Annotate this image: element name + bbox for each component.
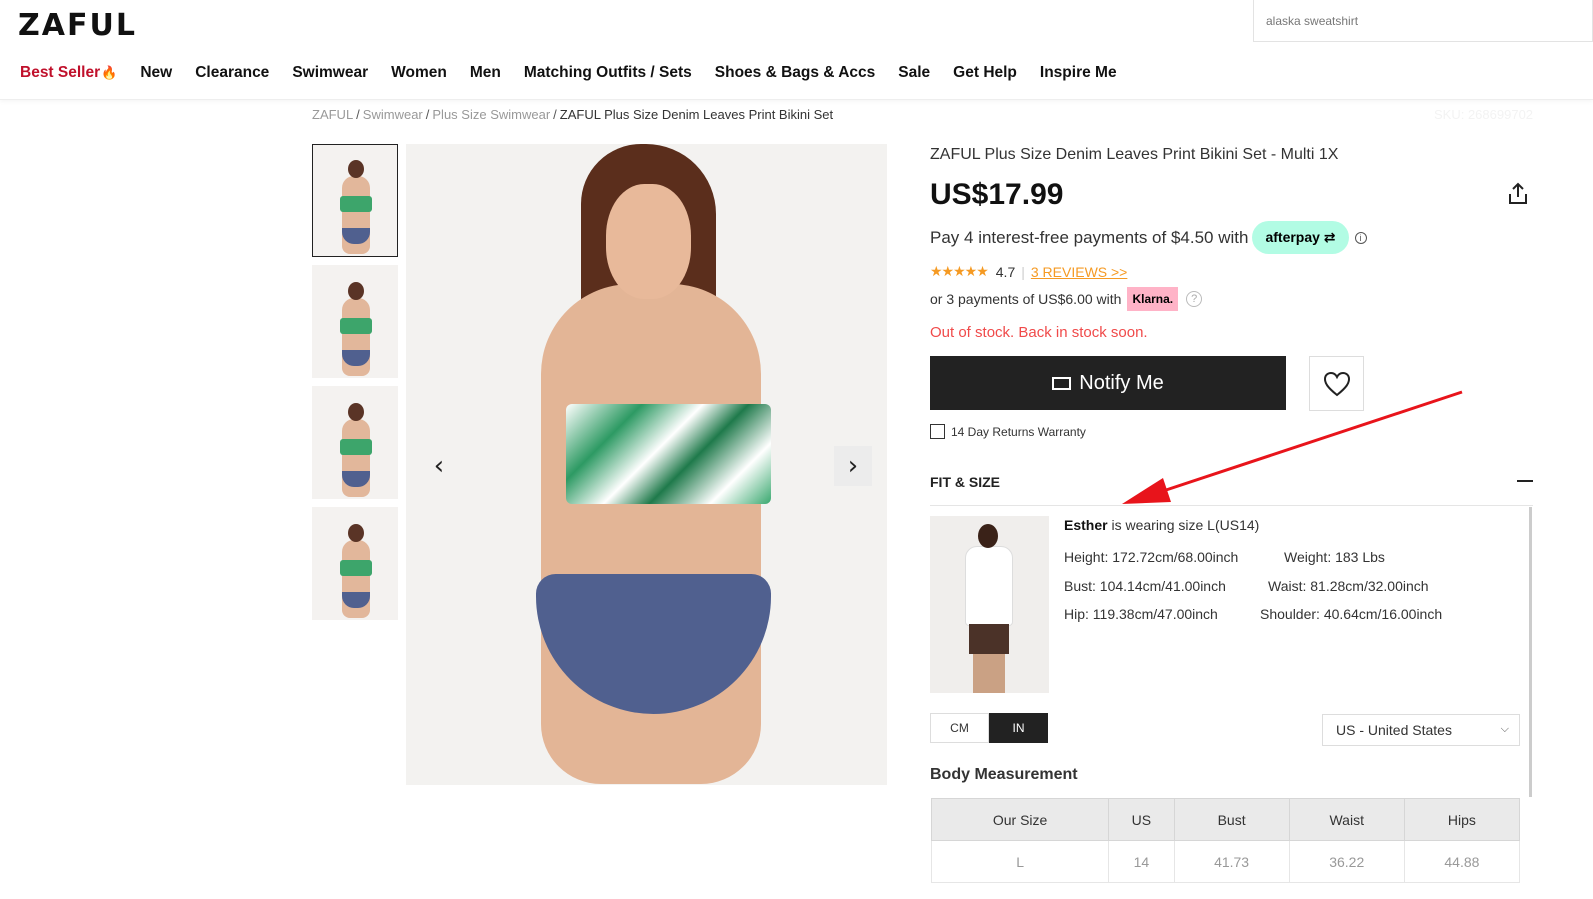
model-weight: Weight: 183 Lbs bbox=[1284, 549, 1385, 565]
divider bbox=[930, 505, 1533, 506]
share-icon bbox=[1509, 182, 1527, 204]
product-thumbnail[interactable] bbox=[312, 386, 398, 499]
collapse-icon[interactable] bbox=[1517, 480, 1533, 482]
question-icon[interactable]: ? bbox=[1186, 291, 1203, 307]
product-thumbnail[interactable] bbox=[312, 507, 398, 620]
model-size-info: Esther is wearing size L(US14) bbox=[1064, 517, 1259, 533]
breadcrumb-swimwear[interactable]: Swimwear bbox=[363, 107, 423, 122]
share-button[interactable] bbox=[1505, 181, 1531, 207]
breadcrumb: ZAFUL / Swimwear / Plus Size Swimwear / ZAFUL … bbox=[312, 107, 834, 122]
reviews-link[interactable]: 3 REVIEWS >> bbox=[1031, 264, 1127, 280]
product-title: ZAFUL Plus Size Denim Leaves Print Bikin… bbox=[930, 146, 1339, 163]
model-waist: Waist: 81.28cm/32.00inch bbox=[1268, 578, 1429, 594]
product-thumbnail[interactable] bbox=[312, 265, 398, 378]
rating-value: 4.7 bbox=[995, 263, 1016, 280]
table-header: Hips bbox=[1403, 798, 1521, 841]
returns-label: 14 Day Returns Warranty bbox=[951, 424, 1086, 439]
search-input[interactable] bbox=[1254, 0, 1592, 41]
table-header-row: Our Size US Bust Waist Hips bbox=[930, 798, 1521, 841]
nav-inspire-me[interactable]: Inspire Me bbox=[1040, 64, 1117, 82]
main-product-image[interactable]: ‹ › bbox=[406, 144, 887, 785]
nav-new[interactable]: New bbox=[140, 64, 172, 82]
afterpay-logo-icon: ⇄ bbox=[1319, 229, 1336, 245]
nav-best-seller-label: Best Seller bbox=[20, 64, 101, 81]
thumbnail-image bbox=[332, 399, 378, 499]
model-image bbox=[930, 516, 1049, 693]
breadcrumb-plus-size-swimwear[interactable]: Plus Size Swimwear bbox=[432, 107, 550, 122]
thumbnail-image bbox=[332, 520, 378, 620]
unit-cm-button[interactable]: CM bbox=[930, 713, 989, 743]
table-cell: 44.88 bbox=[1403, 840, 1521, 883]
klarna-info: or 3 payments of US$6.00 with Klarna. ? bbox=[930, 287, 1203, 311]
fit-size-heading[interactable]: FIT & SIZE bbox=[930, 474, 1000, 490]
returns-warranty: 14 Day Returns Warranty bbox=[930, 424, 1086, 439]
model-photo bbox=[496, 144, 796, 785]
notify-me-label: Notify Me bbox=[1079, 371, 1164, 394]
chevron-left-icon: ‹ bbox=[433, 451, 445, 481]
body-measurement-heading: Body Measurement bbox=[930, 766, 1078, 783]
product-price: US$17.99 bbox=[930, 178, 1064, 211]
country-select[interactable]: US - United States ⌵ bbox=[1322, 714, 1520, 746]
unit-toggle: CM IN bbox=[930, 713, 1048, 743]
chevron-down-icon: ⌵ bbox=[1500, 723, 1509, 735]
table-cell: 36.22 bbox=[1288, 840, 1405, 883]
country-select-value: US - United States bbox=[1336, 722, 1452, 738]
nav-swimwear[interactable]: Swimwear bbox=[292, 64, 368, 82]
afterpay-info: Pay 4 interest-free payments of $4.50 wi… bbox=[930, 221, 1367, 254]
nav-women[interactable]: Women bbox=[391, 64, 447, 82]
table-header: Bust bbox=[1173, 798, 1290, 841]
notify-me-button[interactable]: Notify Me bbox=[930, 356, 1286, 410]
mail-icon bbox=[1052, 376, 1072, 390]
nav-clearance[interactable]: Clearance bbox=[195, 64, 269, 82]
nav-men[interactable]: Men bbox=[470, 64, 501, 82]
unit-in-button[interactable]: IN bbox=[989, 713, 1048, 743]
size-table: Our Size US Bust Waist Hips L 14 41.73 3… bbox=[930, 798, 1521, 883]
table-header: US bbox=[1108, 798, 1175, 841]
model-shoulder: Shoulder: 40.64cm/16.00inch bbox=[1260, 606, 1443, 622]
table-header: Waist bbox=[1288, 798, 1405, 841]
nav-best-seller[interactable]: Best Seller🔥 bbox=[20, 64, 117, 82]
chevron-right-icon: › bbox=[847, 451, 859, 481]
sku-label: SKU: 268699702 bbox=[1434, 107, 1534, 122]
scrollbar[interactable] bbox=[1529, 507, 1532, 797]
breadcrumb-current: ZAFUL Plus Size Denim Leaves Print Bikin… bbox=[559, 107, 834, 122]
nav-sale[interactable]: Sale bbox=[898, 64, 930, 82]
nav-shoes-bags[interactable]: Shoes & Bags & Accs bbox=[715, 64, 876, 82]
star-rating-icon: ★★★★★ bbox=[930, 263, 989, 279]
wishlist-button[interactable] bbox=[1309, 356, 1364, 411]
prev-image-button[interactable]: ‹ bbox=[420, 446, 458, 486]
main-nav: Best Seller🔥 New Clearance Swimwear Wome… bbox=[20, 64, 1140, 82]
table-row: L 14 41.73 36.22 44.88 bbox=[930, 840, 1521, 883]
rating-row: ★★★★★ 4.7 | 3 REVIEWS >> bbox=[930, 263, 1128, 280]
afterpay-text: Pay 4 interest-free payments of $4.50 wi… bbox=[930, 227, 1249, 247]
product-thumbnail[interactable] bbox=[312, 144, 398, 257]
model-size: is wearing size L(US14) bbox=[1107, 517, 1260, 533]
breadcrumb-zaful[interactable]: ZAFUL bbox=[312, 107, 353, 122]
model-name: Esther bbox=[1064, 517, 1108, 533]
info-icon[interactable]: i bbox=[1354, 231, 1367, 244]
stock-status: Out of stock. Back in stock soon. bbox=[930, 324, 1148, 341]
next-image-button[interactable]: › bbox=[834, 446, 872, 486]
heart-icon bbox=[1323, 371, 1350, 396]
zaful-logo[interactable]: ZAFUL bbox=[18, 8, 137, 43]
fire-icon: 🔥 bbox=[101, 65, 118, 80]
model-hip: Hip: 119.38cm/47.00inch bbox=[1064, 606, 1218, 622]
nav-get-help[interactable]: Get Help bbox=[953, 64, 1017, 82]
model-bust: Bust: 104.14cm/41.00inch bbox=[1064, 578, 1226, 594]
site-header: ZAFUL Best Seller🔥 New Clearance Swimwea… bbox=[0, 0, 1593, 100]
table-cell: 14 bbox=[1108, 840, 1175, 883]
klarna-badge[interactable]: Klarna. bbox=[1127, 287, 1179, 311]
nav-matching-outfits[interactable]: Matching Outfits / Sets bbox=[524, 64, 692, 82]
model-height: Height: 172.72cm/68.00inch bbox=[1064, 549, 1239, 565]
afterpay-badge[interactable]: afterpay ⇄ bbox=[1252, 221, 1349, 254]
returns-icon bbox=[930, 424, 945, 439]
table-header: Our Size bbox=[930, 798, 1110, 841]
thumbnail-image bbox=[332, 156, 378, 256]
table-cell: 41.73 bbox=[1173, 840, 1290, 883]
table-cell: L bbox=[930, 840, 1110, 883]
search-box[interactable] bbox=[1253, 0, 1593, 42]
klarna-text: or 3 payments of US$6.00 with bbox=[930, 291, 1122, 307]
thumbnail-image bbox=[332, 278, 378, 378]
afterpay-badge-label: afterpay bbox=[1265, 229, 1320, 245]
